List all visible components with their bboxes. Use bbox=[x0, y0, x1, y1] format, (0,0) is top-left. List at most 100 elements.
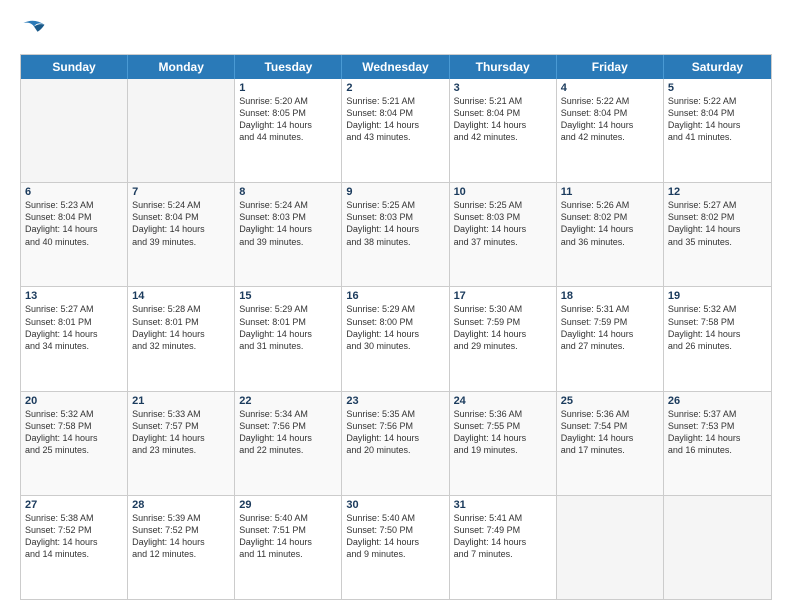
day-number: 16 bbox=[346, 290, 444, 302]
day-number: 21 bbox=[132, 395, 230, 407]
calendar-cell: 23Sunrise: 5:35 AMSunset: 7:56 PMDayligh… bbox=[342, 392, 449, 495]
day-number: 17 bbox=[454, 290, 552, 302]
calendar-week-2: 6Sunrise: 5:23 AMSunset: 8:04 PMDaylight… bbox=[21, 183, 771, 287]
calendar-cell: 21Sunrise: 5:33 AMSunset: 7:57 PMDayligh… bbox=[128, 392, 235, 495]
calendar-cell bbox=[557, 496, 664, 599]
calendar-cell: 29Sunrise: 5:40 AMSunset: 7:51 PMDayligh… bbox=[235, 496, 342, 599]
day-info: Sunrise: 5:26 AMSunset: 8:02 PMDaylight:… bbox=[561, 199, 659, 248]
calendar-body: 1Sunrise: 5:20 AMSunset: 8:05 PMDaylight… bbox=[21, 79, 771, 599]
calendar-cell: 25Sunrise: 5:36 AMSunset: 7:54 PMDayligh… bbox=[557, 392, 664, 495]
day-number: 31 bbox=[454, 499, 552, 511]
day-info: Sunrise: 5:22 AMSunset: 8:04 PMDaylight:… bbox=[668, 95, 767, 144]
calendar-cell: 12Sunrise: 5:27 AMSunset: 8:02 PMDayligh… bbox=[664, 183, 771, 286]
page-header bbox=[20, 16, 772, 44]
day-number: 11 bbox=[561, 186, 659, 198]
day-info: Sunrise: 5:32 AMSunset: 7:58 PMDaylight:… bbox=[25, 408, 123, 457]
day-number: 8 bbox=[239, 186, 337, 198]
day-number: 13 bbox=[25, 290, 123, 302]
day-info: Sunrise: 5:41 AMSunset: 7:49 PMDaylight:… bbox=[454, 512, 552, 561]
calendar-cell: 16Sunrise: 5:29 AMSunset: 8:00 PMDayligh… bbox=[342, 287, 449, 390]
calendar-cell: 10Sunrise: 5:25 AMSunset: 8:03 PMDayligh… bbox=[450, 183, 557, 286]
calendar-cell: 5Sunrise: 5:22 AMSunset: 8:04 PMDaylight… bbox=[664, 79, 771, 182]
day-info: Sunrise: 5:34 AMSunset: 7:56 PMDaylight:… bbox=[239, 408, 337, 457]
calendar-cell: 31Sunrise: 5:41 AMSunset: 7:49 PMDayligh… bbox=[450, 496, 557, 599]
day-info: Sunrise: 5:29 AMSunset: 8:01 PMDaylight:… bbox=[239, 303, 337, 352]
day-info: Sunrise: 5:21 AMSunset: 8:04 PMDaylight:… bbox=[454, 95, 552, 144]
day-info: Sunrise: 5:27 AMSunset: 8:01 PMDaylight:… bbox=[25, 303, 123, 352]
header-day-monday: Monday bbox=[128, 55, 235, 79]
day-number: 22 bbox=[239, 395, 337, 407]
day-number: 19 bbox=[668, 290, 767, 302]
header-day-tuesday: Tuesday bbox=[235, 55, 342, 79]
day-info: Sunrise: 5:21 AMSunset: 8:04 PMDaylight:… bbox=[346, 95, 444, 144]
logo bbox=[20, 16, 52, 44]
day-number: 29 bbox=[239, 499, 337, 511]
calendar-cell bbox=[21, 79, 128, 182]
calendar-cell: 1Sunrise: 5:20 AMSunset: 8:05 PMDaylight… bbox=[235, 79, 342, 182]
day-number: 12 bbox=[668, 186, 767, 198]
day-info: Sunrise: 5:36 AMSunset: 7:55 PMDaylight:… bbox=[454, 408, 552, 457]
day-number: 24 bbox=[454, 395, 552, 407]
day-info: Sunrise: 5:32 AMSunset: 7:58 PMDaylight:… bbox=[668, 303, 767, 352]
calendar: SundayMondayTuesdayWednesdayThursdayFrid… bbox=[20, 54, 772, 600]
calendar-week-5: 27Sunrise: 5:38 AMSunset: 7:52 PMDayligh… bbox=[21, 496, 771, 599]
day-number: 26 bbox=[668, 395, 767, 407]
day-info: Sunrise: 5:23 AMSunset: 8:04 PMDaylight:… bbox=[25, 199, 123, 248]
header-day-saturday: Saturday bbox=[664, 55, 771, 79]
calendar-week-1: 1Sunrise: 5:20 AMSunset: 8:05 PMDaylight… bbox=[21, 79, 771, 183]
calendar-cell: 8Sunrise: 5:24 AMSunset: 8:03 PMDaylight… bbox=[235, 183, 342, 286]
day-number: 18 bbox=[561, 290, 659, 302]
header-day-sunday: Sunday bbox=[21, 55, 128, 79]
day-number: 14 bbox=[132, 290, 230, 302]
calendar-cell: 20Sunrise: 5:32 AMSunset: 7:58 PMDayligh… bbox=[21, 392, 128, 495]
day-number: 2 bbox=[346, 82, 444, 94]
calendar-cell bbox=[128, 79, 235, 182]
day-number: 10 bbox=[454, 186, 552, 198]
day-info: Sunrise: 5:25 AMSunset: 8:03 PMDaylight:… bbox=[346, 199, 444, 248]
day-info: Sunrise: 5:39 AMSunset: 7:52 PMDaylight:… bbox=[132, 512, 230, 561]
day-info: Sunrise: 5:37 AMSunset: 7:53 PMDaylight:… bbox=[668, 408, 767, 457]
day-number: 9 bbox=[346, 186, 444, 198]
day-number: 25 bbox=[561, 395, 659, 407]
calendar-header: SundayMondayTuesdayWednesdayThursdayFrid… bbox=[21, 55, 771, 79]
calendar-cell: 2Sunrise: 5:21 AMSunset: 8:04 PMDaylight… bbox=[342, 79, 449, 182]
day-number: 30 bbox=[346, 499, 444, 511]
day-number: 1 bbox=[239, 82, 337, 94]
day-info: Sunrise: 5:27 AMSunset: 8:02 PMDaylight:… bbox=[668, 199, 767, 248]
day-number: 28 bbox=[132, 499, 230, 511]
calendar-cell: 15Sunrise: 5:29 AMSunset: 8:01 PMDayligh… bbox=[235, 287, 342, 390]
day-number: 5 bbox=[668, 82, 767, 94]
calendar-cell: 11Sunrise: 5:26 AMSunset: 8:02 PMDayligh… bbox=[557, 183, 664, 286]
calendar-week-4: 20Sunrise: 5:32 AMSunset: 7:58 PMDayligh… bbox=[21, 392, 771, 496]
calendar-cell: 13Sunrise: 5:27 AMSunset: 8:01 PMDayligh… bbox=[21, 287, 128, 390]
calendar-cell: 22Sunrise: 5:34 AMSunset: 7:56 PMDayligh… bbox=[235, 392, 342, 495]
day-number: 4 bbox=[561, 82, 659, 94]
calendar-week-3: 13Sunrise: 5:27 AMSunset: 8:01 PMDayligh… bbox=[21, 287, 771, 391]
calendar-cell bbox=[664, 496, 771, 599]
calendar-cell: 26Sunrise: 5:37 AMSunset: 7:53 PMDayligh… bbox=[664, 392, 771, 495]
header-day-friday: Friday bbox=[557, 55, 664, 79]
calendar-cell: 24Sunrise: 5:36 AMSunset: 7:55 PMDayligh… bbox=[450, 392, 557, 495]
day-number: 6 bbox=[25, 186, 123, 198]
calendar-cell: 4Sunrise: 5:22 AMSunset: 8:04 PMDaylight… bbox=[557, 79, 664, 182]
calendar-cell: 19Sunrise: 5:32 AMSunset: 7:58 PMDayligh… bbox=[664, 287, 771, 390]
day-number: 23 bbox=[346, 395, 444, 407]
calendar-cell: 3Sunrise: 5:21 AMSunset: 8:04 PMDaylight… bbox=[450, 79, 557, 182]
calendar-cell: 9Sunrise: 5:25 AMSunset: 8:03 PMDaylight… bbox=[342, 183, 449, 286]
calendar-cell: 6Sunrise: 5:23 AMSunset: 8:04 PMDaylight… bbox=[21, 183, 128, 286]
calendar-cell: 18Sunrise: 5:31 AMSunset: 7:59 PMDayligh… bbox=[557, 287, 664, 390]
day-info: Sunrise: 5:29 AMSunset: 8:00 PMDaylight:… bbox=[346, 303, 444, 352]
day-number: 7 bbox=[132, 186, 230, 198]
day-info: Sunrise: 5:36 AMSunset: 7:54 PMDaylight:… bbox=[561, 408, 659, 457]
calendar-cell: 7Sunrise: 5:24 AMSunset: 8:04 PMDaylight… bbox=[128, 183, 235, 286]
calendar-cell: 30Sunrise: 5:40 AMSunset: 7:50 PMDayligh… bbox=[342, 496, 449, 599]
day-info: Sunrise: 5:31 AMSunset: 7:59 PMDaylight:… bbox=[561, 303, 659, 352]
day-info: Sunrise: 5:25 AMSunset: 8:03 PMDaylight:… bbox=[454, 199, 552, 248]
day-number: 20 bbox=[25, 395, 123, 407]
day-info: Sunrise: 5:22 AMSunset: 8:04 PMDaylight:… bbox=[561, 95, 659, 144]
day-info: Sunrise: 5:38 AMSunset: 7:52 PMDaylight:… bbox=[25, 512, 123, 561]
calendar-cell: 17Sunrise: 5:30 AMSunset: 7:59 PMDayligh… bbox=[450, 287, 557, 390]
calendar-cell: 27Sunrise: 5:38 AMSunset: 7:52 PMDayligh… bbox=[21, 496, 128, 599]
day-info: Sunrise: 5:40 AMSunset: 7:50 PMDaylight:… bbox=[346, 512, 444, 561]
day-number: 15 bbox=[239, 290, 337, 302]
